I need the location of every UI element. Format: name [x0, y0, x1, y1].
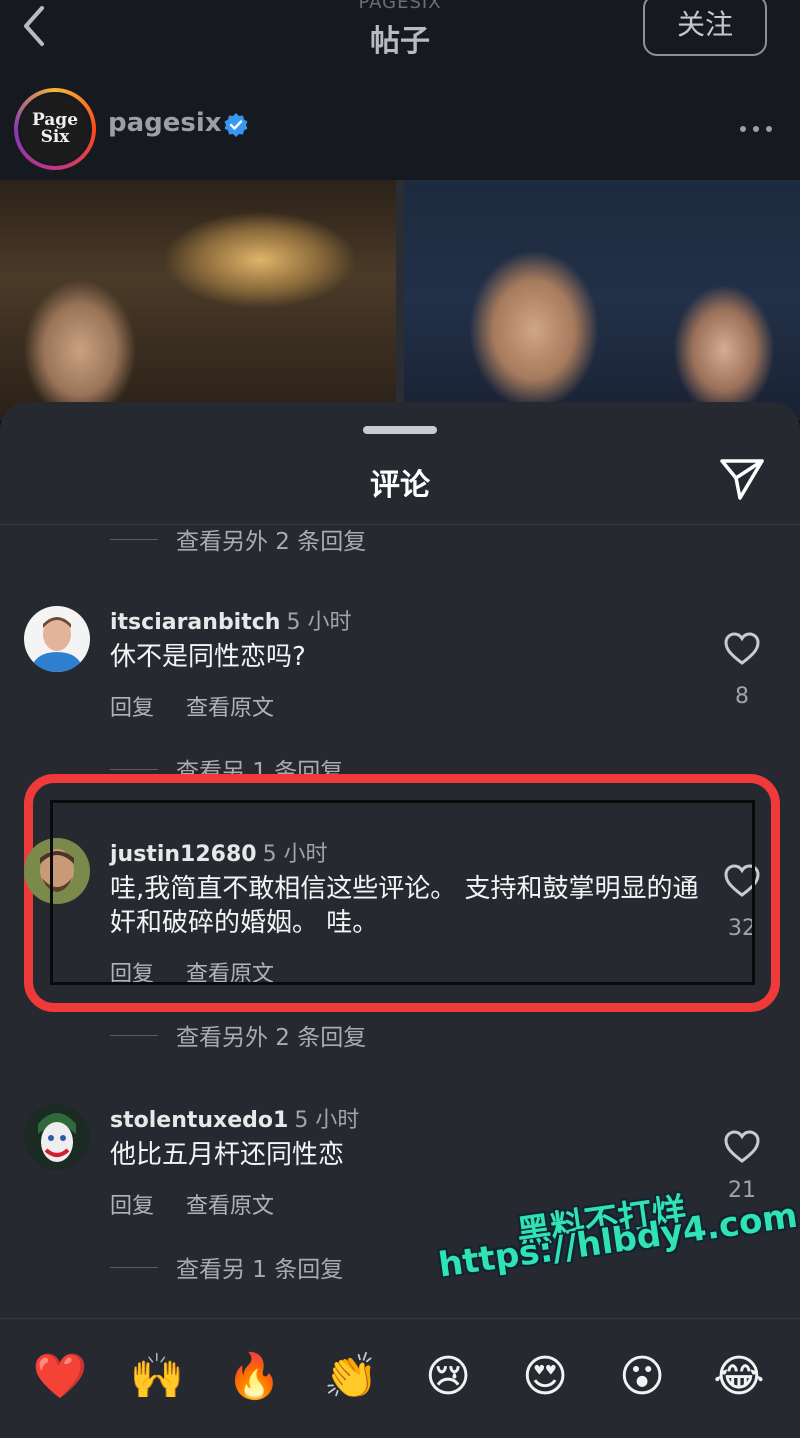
comments-title: 评论	[370, 468, 430, 503]
commenter-avatar[interactable]	[24, 838, 90, 904]
comment-username[interactable]: justin12680 5 小时	[110, 836, 328, 868]
emoji-quick-bar: ❤️ 🙌 🔥 👏 😢 😍 😮 😂	[0, 1318, 800, 1438]
see-original-button[interactable]: 查看原文	[186, 696, 274, 721]
reply-line	[110, 538, 158, 540]
like-count: 8	[735, 684, 749, 709]
account-username[interactable]: pagesix	[108, 108, 222, 138]
reply-line	[110, 768, 158, 770]
reply-line	[110, 1266, 158, 1268]
reply-button[interactable]: 回复	[110, 962, 154, 987]
like-count: 32	[728, 916, 756, 941]
comment-text: 哇,我简直不敢相信这些评论。 支持和鼓掌明显的通奸和破碎的婚姻。 哇。	[110, 874, 699, 938]
top-bar: PAGESIX 帖子 关注	[0, 0, 800, 80]
comments-sheet: 评论 查看另外 2 条回复 itsciaranbitch 5 小时 休不是同性恋吗…	[0, 402, 800, 1438]
comment-actions: 回复 查看原文	[110, 1188, 306, 1220]
heart-eyes-emoji-icon[interactable]: 😍	[517, 1349, 573, 1405]
comment-time: 5 小时	[262, 842, 328, 867]
comment-actions: 回复 查看原文	[110, 956, 306, 988]
comment-username[interactable]: stolentuxedo1 5 小时	[110, 1102, 359, 1134]
reply-button[interactable]: 回复	[110, 1194, 154, 1219]
like-heart-icon[interactable]	[724, 1130, 760, 1164]
surprised-emoji-icon[interactable]: 😮	[614, 1349, 670, 1405]
comment-time: 5 小时	[286, 610, 352, 635]
clapping-emoji-icon[interactable]: 👏	[323, 1349, 379, 1405]
post-header: Page Six pagesix	[0, 80, 800, 180]
account-avatar[interactable]: Page Six	[14, 88, 96, 170]
see-original-button[interactable]: 查看原文	[186, 962, 274, 987]
like-heart-icon[interactable]	[724, 632, 760, 666]
see-original-button[interactable]: 查看原文	[186, 1194, 274, 1219]
view-more-replies[interactable]: 查看另外 2 条回复	[110, 1018, 366, 1052]
comment-time: 5 小时	[294, 1108, 360, 1133]
comment-username[interactable]: itsciaranbitch 5 小时	[110, 604, 351, 636]
like-heart-icon[interactable]	[724, 864, 760, 898]
view-more-replies[interactable]: 查看另 1 条回复	[110, 1250, 343, 1284]
comment-text: 他比五月杆还同性恋	[110, 1140, 345, 1170]
post-photo-area[interactable]	[0, 180, 800, 420]
commenter-avatar[interactable]	[24, 606, 90, 672]
more-options-icon[interactable]	[738, 120, 774, 132]
reply-line	[110, 1034, 158, 1036]
post-photo-right	[404, 180, 800, 420]
raised-hands-emoji-icon[interactable]: 🙌	[129, 1349, 185, 1405]
photo-divider	[396, 180, 404, 420]
fire-emoji-icon[interactable]: 🔥	[226, 1349, 282, 1405]
verified-badge-icon	[223, 112, 249, 138]
laughing-emoji-icon[interactable]: 😂	[711, 1349, 767, 1405]
heart-emoji-icon[interactable]: ❤️	[32, 1349, 88, 1405]
follow-button[interactable]: 关注	[643, 0, 767, 56]
drag-handle[interactable]	[363, 426, 437, 434]
crying-emoji-icon[interactable]: 😢	[420, 1349, 476, 1405]
pagesix-logo: Page Six	[18, 92, 92, 166]
view-more-replies[interactable]: 查看另外 2 条回复	[110, 522, 366, 556]
comment-text: 休不是同性恋吗?	[110, 642, 306, 672]
commenter-avatar[interactable]	[24, 1104, 90, 1170]
post-photo-left	[0, 180, 396, 420]
comment-actions: 回复 查看原文	[110, 690, 306, 722]
reply-button[interactable]: 回复	[110, 696, 154, 721]
share-send-icon[interactable]	[718, 456, 766, 502]
